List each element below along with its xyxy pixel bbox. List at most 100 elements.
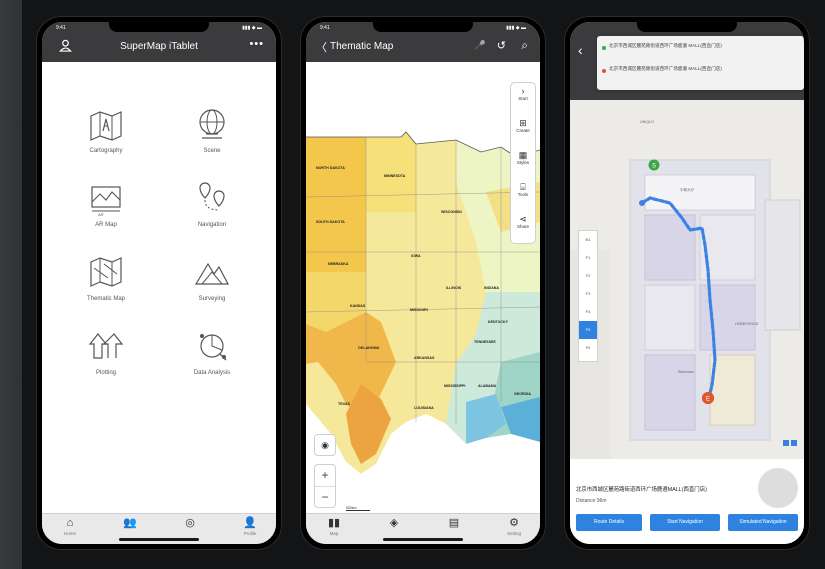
room-label: 平和大厅 bbox=[680, 188, 695, 192]
locate-button[interactable]: ◉ bbox=[314, 434, 336, 456]
map-label: SOUTH DAKOTA bbox=[316, 220, 345, 224]
floor-button[interactable]: F2 bbox=[579, 267, 597, 285]
tools-icon: ⌸ bbox=[520, 182, 526, 192]
floor-button[interactable]: F3 bbox=[579, 285, 597, 303]
route-card: 北京市西城区麓苑路街道西环广场鹿遵 MALL(西直门店) 北京市西城区麓苑路街道… bbox=[597, 36, 804, 90]
simulated-navigation-button[interactable]: Simulated Navigation bbox=[728, 514, 798, 531]
floor-button[interactable]: F6 bbox=[579, 339, 597, 357]
thematic-screen: 9:41 ▮▮▮ ◆ ▬ 〈 Thematic Map 🎤 ↺ ⌕ NORTH … bbox=[306, 22, 540, 544]
module-data-analysis[interactable]: Data Analysis bbox=[162, 326, 262, 376]
tool-tools[interactable]: ⌸ Tools bbox=[511, 179, 535, 211]
search-icon[interactable]: ⌕ bbox=[521, 38, 528, 53]
data-analysis-icon bbox=[200, 334, 227, 361]
tab-friends[interactable]: 👥 bbox=[110, 517, 150, 530]
status-icons: ▮▮▮ ◆ ▬ bbox=[506, 25, 526, 31]
svg-text:E: E bbox=[706, 397, 710, 403]
module-label: Scene bbox=[203, 148, 221, 154]
tool-create[interactable]: ⊞ Create bbox=[511, 115, 535, 147]
map-label: NORTH DAKOTA bbox=[316, 166, 345, 170]
map-label: NEBRASKA bbox=[328, 262, 349, 266]
map-label: ALABAMA bbox=[478, 384, 497, 388]
module-label: Thematic Map bbox=[86, 296, 125, 302]
more-icon[interactable]: ••• bbox=[249, 38, 264, 50]
module-label: Plotting bbox=[95, 370, 116, 376]
tab-map[interactable]: ▮▮ Map bbox=[314, 517, 354, 536]
layers-icon: ◈ bbox=[389, 517, 399, 529]
back-icon[interactable]: 〈 bbox=[316, 39, 327, 55]
tab-label: Home bbox=[63, 531, 76, 536]
tab-setting[interactable]: ⚙ Setting bbox=[494, 517, 534, 536]
map-label: ILLINOIS bbox=[446, 286, 462, 290]
floating-action-button[interactable] bbox=[758, 468, 798, 508]
module-label: Data Analysis bbox=[193, 370, 231, 376]
scene-globe-icon bbox=[199, 109, 225, 139]
route-end-input[interactable]: 北京市西城区麓苑路街道西环广场鹿遵 MALL(西直门店) bbox=[609, 66, 759, 72]
map-label: INDIANA bbox=[484, 286, 499, 290]
module-thematic-map[interactable]: Thematic Map bbox=[56, 252, 156, 302]
create-icon: ⊞ bbox=[519, 118, 527, 128]
navigation-screen: ‹ 北京市西城区麓苑路街道西环广场鹿遵 MALL(西直门店) 北京市西城区麓苑路… bbox=[570, 22, 804, 544]
tool-sidebar: › Start ⊞ Create ▦ Styles ⌸ Tools ⋖ Shar… bbox=[510, 82, 536, 244]
locate-icon: ◉ bbox=[321, 440, 329, 450]
notch bbox=[637, 22, 737, 32]
module-label: Surveying bbox=[198, 296, 226, 302]
map-label: TENNESSEE bbox=[474, 340, 496, 344]
map-book-icon: ▮▮ bbox=[327, 517, 341, 529]
notch bbox=[373, 22, 473, 32]
module-cartography[interactable]: Cartography bbox=[56, 104, 156, 154]
zoom-out-button[interactable]: − bbox=[315, 487, 335, 508]
map-label: KANSAS bbox=[350, 304, 366, 308]
module-label: Cartography bbox=[89, 148, 123, 154]
attribute-icon: ▤ bbox=[448, 517, 460, 529]
microphone-icon[interactable]: 🎤 bbox=[475, 40, 486, 51]
floor-button-active[interactable]: F5 bbox=[579, 321, 597, 339]
home-header: 9:41 ▮▮▮ ◆ ▬ SuperMap iTablet ••• bbox=[42, 22, 276, 62]
tool-label: Styles bbox=[516, 160, 530, 165]
home-tabbar: ⌂ Home 👥 ◎ 👤 Profile bbox=[42, 513, 276, 544]
tab-label: Profile bbox=[243, 531, 257, 536]
floor-button[interactable]: F1 bbox=[579, 249, 597, 267]
module-scene[interactable]: Scene bbox=[162, 104, 262, 154]
route-start-input[interactable]: 北京市西城区麓苑路街道西环广场鹿遵 MALL(西直门店) bbox=[609, 43, 759, 49]
start-navigation-button[interactable]: Start Navigation bbox=[650, 514, 720, 531]
back-icon[interactable]: ‹ bbox=[578, 42, 583, 58]
tab-home[interactable]: ⌂ Home bbox=[50, 517, 90, 536]
zoom-in-button[interactable]: + bbox=[315, 465, 335, 487]
home-screen: 9:41 ▮▮▮ ◆ ▬ SuperMap iTablet ••• Cartog… bbox=[42, 22, 276, 544]
app-title: SuperMap iTablet bbox=[120, 41, 198, 52]
thematic-map-canvas[interactable]: NORTH DAKOTA MINNESOTA SOUTH DAKOTA WISC… bbox=[306, 62, 540, 514]
tab-attribute[interactable]: ▤ bbox=[434, 517, 474, 530]
svg-text:AR: AR bbox=[98, 212, 104, 217]
tool-styles[interactable]: ▦ Styles bbox=[511, 147, 535, 179]
tab-label: Map bbox=[329, 531, 339, 536]
floor-button[interactable]: F4 bbox=[579, 303, 597, 321]
module-ar-map[interactable]: AR AR Map bbox=[56, 178, 156, 228]
module-navigation[interactable]: Navigation bbox=[162, 178, 262, 228]
ar-map-icon: AR bbox=[91, 186, 121, 217]
status-icons: ▮▮▮ ◆ ▬ bbox=[242, 25, 262, 31]
module-plotting[interactable]: Plotting bbox=[56, 326, 156, 376]
page-title: Thematic Map bbox=[330, 41, 394, 52]
tab-layers[interactable]: ◈ bbox=[374, 517, 414, 530]
home-indicator bbox=[119, 538, 199, 541]
tab-discover[interactable]: ◎ bbox=[170, 517, 210, 530]
plotting-icon bbox=[88, 333, 124, 359]
floor-button[interactable]: B1 bbox=[579, 231, 597, 249]
tool-label: Tools bbox=[517, 192, 529, 197]
tool-start[interactable]: › Start bbox=[511, 83, 535, 115]
thematic-map-icon bbox=[90, 257, 122, 287]
tool-share[interactable]: ⋖ Share bbox=[511, 211, 535, 243]
share-icon: ⋖ bbox=[519, 214, 527, 224]
tab-profile[interactable]: 👤 Profile bbox=[230, 517, 270, 536]
map-label: KENTUCKY bbox=[488, 320, 508, 324]
status-time: 9:41 bbox=[320, 25, 330, 31]
module-surveying[interactable]: Surveying bbox=[162, 252, 262, 302]
home-indicator bbox=[383, 538, 463, 541]
thematic-tabbar: ▮▮ Map ◈ ▤ ⚙ Setting bbox=[306, 513, 540, 544]
route-details-button[interactable]: Route Details bbox=[576, 514, 642, 531]
undo-icon[interactable]: ↺ bbox=[497, 39, 506, 52]
friends-icon: 👥 bbox=[123, 517, 137, 529]
status-time: 9:41 bbox=[56, 25, 66, 31]
start-dot-icon bbox=[602, 46, 606, 50]
indoor-map-canvas[interactable]: S E UNIQLO 平和大厅 Starbucks HOBBYHOOD B1 F… bbox=[570, 100, 804, 459]
